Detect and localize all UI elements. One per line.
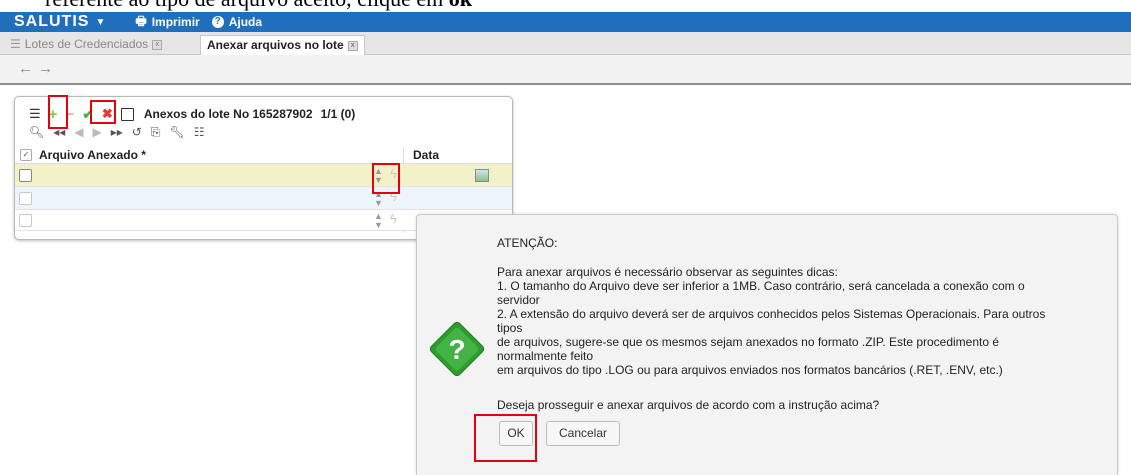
form-icon[interactable] [120, 107, 134, 121]
tab-anexar-arquivos[interactable]: Anexar arquivos no lote x [200, 35, 365, 55]
print-label: Imprimir [151, 15, 200, 29]
spinner-icon[interactable]: ▲ ▼ [374, 212, 383, 230]
dialog-line: 2. A extensão do arquivo deverá ser de a… [497, 307, 1046, 321]
table-row[interactable]: ▲ ▼ ϟ [15, 164, 512, 187]
close-icon[interactable]: x [347, 40, 358, 51]
help-label: Ajuda [228, 15, 263, 29]
nav-bar: ← → [0, 55, 1131, 85]
highlight-ok-button [474, 414, 537, 462]
highlight-confirm-button [90, 100, 116, 124]
export-icon[interactable]: ⎘ [151, 125, 161, 140]
tab-label: Lotes de Credenciados [24, 37, 149, 51]
column-arquivo[interactable]: Arquivo Anexado * [39, 148, 146, 162]
record-count: 1/1 (0) [320, 107, 356, 121]
dialog-question: Deseja prosseguir e anexar arquivos de a… [497, 398, 880, 412]
row-checkbox[interactable] [19, 214, 32, 227]
panel-title: Anexos do lote No 165287902 [143, 107, 313, 121]
table-row[interactable]: ▲ ▼ ϟ [15, 187, 512, 210]
row-checkbox[interactable] [19, 169, 32, 182]
attach-bolt-icon[interactable]: ϟ [390, 211, 397, 226]
print-menu[interactable]: 🖶 Imprimir [135, 12, 199, 33]
refresh-icon[interactable]: ↺ [132, 125, 142, 139]
dialog-line: normalmente feito [497, 349, 594, 363]
tab-bar: ☰ Lotes de Credenciados x Anexar arquivos … [0, 32, 1131, 55]
list-detail-icon[interactable]: ☷ [194, 125, 205, 139]
tab-lotes-credenciados[interactable]: ☰ Lotes de Credenciados x [4, 35, 168, 54]
last-icon[interactable]: ▸▸ [111, 125, 123, 139]
list-icon[interactable]: ☰ [29, 106, 41, 122]
arrow-right-icon[interactable]: → [38, 60, 53, 77]
prev-icon[interactable]: ◀ [74, 125, 83, 139]
help-icon: ? [211, 16, 224, 28]
dialog-line: tipos [497, 321, 523, 335]
help-menu[interactable]: ? Ajuda [211, 15, 263, 29]
instruction-caption: referente ao tipo de arquivo aceito, cli… [45, 0, 472, 12]
brand-logo[interactable]: SALUTIS [14, 13, 89, 31]
list-icon: ☰ [10, 37, 21, 51]
caret-down-icon[interactable]: ▼ [95, 17, 105, 28]
dialog-line: 1. O tamanho do Arquivo deve ser inferio… [497, 279, 1025, 293]
highlight-add-button [48, 95, 68, 129]
printer-icon: 🖶 [135, 13, 147, 28]
cancel-button[interactable]: Cancelar [546, 421, 620, 446]
next-icon[interactable]: ▶ [93, 125, 102, 139]
question-icon: ? [429, 321, 485, 377]
tool-icon[interactable]: 🔧︎ [169, 125, 184, 139]
select-all-checkbox[interactable]: ✓ [20, 149, 32, 161]
top-bar: SALUTIS ▼ 🖶 Imprimir ? Ajuda [0, 12, 1131, 32]
image-preview-icon[interactable] [475, 169, 489, 182]
caption-text: referente ao tipo de arquivo aceito, cli… [45, 0, 443, 11]
arrow-left-icon[interactable]: ← [18, 60, 33, 77]
dialog-line: Para anexar arquivos é necessário observ… [497, 265, 838, 279]
dialog-line: de arquivos, sugere-se que os mesmos sej… [497, 335, 1000, 349]
svg-text:?: ? [448, 334, 465, 365]
caption-bold: ok [449, 0, 472, 11]
row-checkbox[interactable] [19, 192, 32, 205]
close-icon[interactable]: x [152, 39, 163, 50]
tab-label: Anexar arquivos no lote [207, 38, 344, 52]
dialog-line: em arquivos do tipo .LOG ou para arquivo… [497, 363, 1003, 377]
highlight-attach-button [372, 163, 400, 194]
dialog-heading: ATENÇÃO: [497, 236, 558, 250]
search-icon[interactable]: 🔍︎ [29, 125, 44, 139]
panel-toolbar: ☰ + − ✔ ✖ Anexos do lote No 165287902 1/… [29, 105, 355, 123]
dialog-line: servidor [497, 293, 540, 307]
